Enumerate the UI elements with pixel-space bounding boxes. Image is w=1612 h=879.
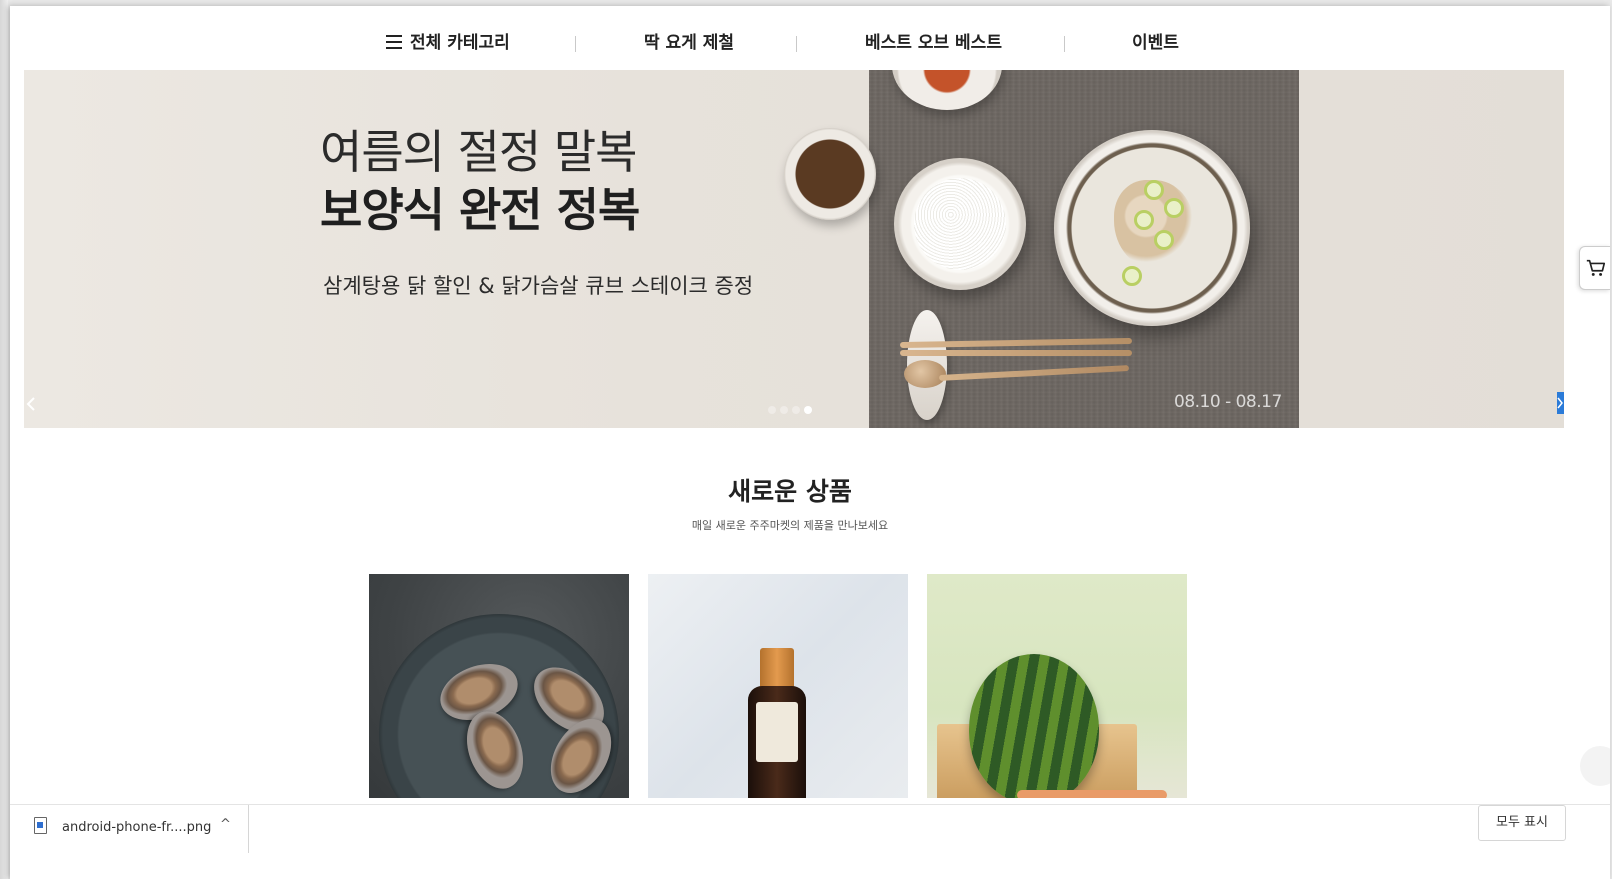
- nav-divider: [575, 36, 576, 52]
- banner-dot-4[interactable]: [804, 406, 812, 414]
- nav-divider: [1064, 36, 1065, 52]
- banner-headline: 여름의 절정 말복: [320, 125, 637, 179]
- scallion-garnish: [1144, 180, 1164, 200]
- hamburger-icon: [386, 35, 402, 49]
- watermelon-image: [969, 654, 1099, 798]
- banner-dot-1[interactable]: [768, 406, 776, 414]
- banner-dot-3[interactable]: [792, 406, 800, 414]
- show-all-downloads-button[interactable]: 모두 표시: [1478, 805, 1566, 841]
- nav-seasonal[interactable]: 딱 요게 제철: [644, 28, 734, 53]
- image-file-icon: [34, 817, 47, 834]
- bottle-cap-image: [760, 648, 794, 688]
- nav-all-categories[interactable]: 전체 카테고리: [386, 28, 510, 53]
- banner-dot-2[interactable]: [780, 406, 788, 414]
- nav-best-of-best[interactable]: 베스트 오브 베스트: [865, 28, 1002, 53]
- top-navigation: 전체 카테고리 딱 요게 제철 베스트 오브 베스트 이벤트: [10, 6, 1610, 70]
- spoon-image: [904, 360, 946, 388]
- cart-button[interactable]: [1579, 246, 1610, 290]
- download-item[interactable]: android-phone-fr....png ^: [10, 805, 249, 853]
- product-card-watermelon[interactable]: [927, 574, 1187, 798]
- new-products-title: 새로운 상품: [728, 477, 852, 506]
- nav-divider: [796, 36, 797, 52]
- browser-page: 전체 카테고리 딱 요게 제철 베스트 오브 베스트 이벤트 여름의 절정 말복…: [10, 6, 1610, 879]
- download-file-name: android-phone-fr....png: [62, 820, 212, 835]
- product-card-sauce-bottle[interactable]: [648, 574, 908, 798]
- sauce-bowl-image: [784, 128, 876, 220]
- scallion-garnish: [1154, 230, 1174, 250]
- download-bar: android-phone-fr....png ^ 모두 표시: [10, 804, 1610, 853]
- bottle-label-image: [756, 702, 798, 762]
- new-products-subtitle: 매일 새로운 주주마켓의 제품을 만나보세요: [691, 519, 889, 532]
- banner-headline-bold: 보양식 완전 정복: [320, 183, 640, 237]
- left-edge-shadow: [0, 0, 8, 879]
- chevron-left-icon[interactable]: [26, 396, 36, 416]
- banner-pagination: [768, 399, 816, 414]
- chopstick-image: [900, 350, 1132, 356]
- hero-banner[interactable]: 여름의 절정 말복 보양식 완전 정복 삼계탕용 닭 할인 & 닭가슴살 큐브 …: [24, 70, 1564, 428]
- nav-event[interactable]: 이벤트: [1132, 28, 1179, 53]
- rice-bowl-image: [894, 158, 1026, 290]
- scallion-garnish: [1134, 210, 1154, 230]
- chevron-up-icon[interactable]: ^: [220, 817, 231, 832]
- scallion-garnish: [1122, 266, 1142, 286]
- banner-date-range: 08.10 - 08.17: [1174, 392, 1282, 412]
- cart-icon: [1586, 259, 1606, 276]
- chevron-right-icon[interactable]: [1557, 392, 1564, 414]
- carrot-image: [1017, 790, 1167, 798]
- scallion-garnish: [1164, 198, 1184, 218]
- banner-description: 삼계탕용 닭 할인 & 닭가슴살 큐브 스테이크 증정: [323, 274, 754, 298]
- chat-button[interactable]: [1580, 746, 1610, 786]
- product-card-abalone[interactable]: [369, 574, 629, 798]
- nav-all-categories-label: 전체 카테고리: [410, 33, 510, 53]
